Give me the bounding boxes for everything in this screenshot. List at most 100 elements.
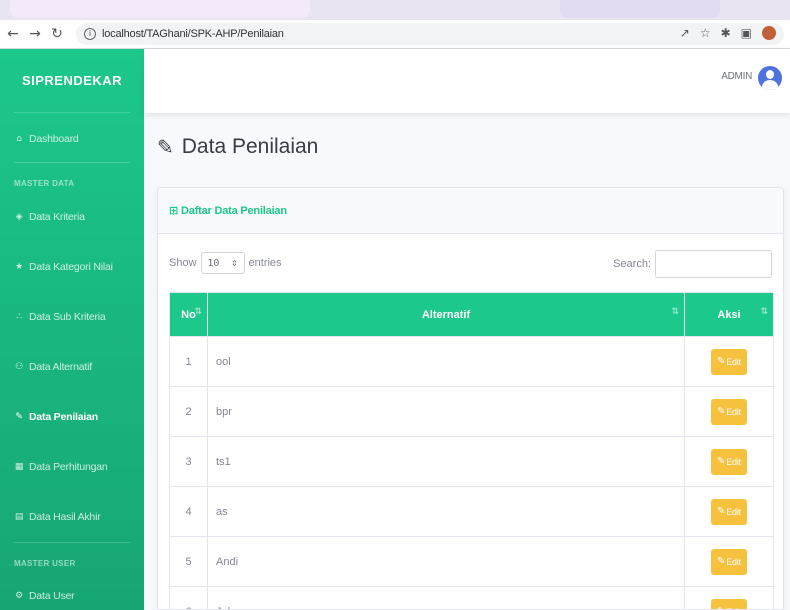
- sort-icon: ⇅: [194, 307, 202, 317]
- cubes-icon: ∴: [16, 312, 22, 322]
- sidebar-heading-master-user: MASTER USER: [14, 559, 76, 568]
- column-header-aksi[interactable]: Aksi ⇅: [684, 292, 774, 337]
- table-row: 5 Andi ✎ Edit: [169, 536, 774, 587]
- sidebar-item-data-hasil-akhir[interactable]: ▤ Data Hasil Akhir: [0, 497, 144, 537]
- column-header-no[interactable]: No ⇅: [169, 292, 208, 337]
- edit-button[interactable]: ✎Edit: [711, 548, 747, 575]
- edit-icon: ✎: [717, 506, 726, 517]
- search-label: Search:: [613, 258, 651, 270]
- chevron-updown-icon: ⇕: [231, 258, 238, 268]
- sidebar-item-label: Data Penilaian: [29, 411, 98, 423]
- edit-icon: ✎: [717, 406, 726, 417]
- edit-button[interactable]: ✎Edit: [711, 498, 747, 525]
- edit-button[interactable]: ✎Edit: [711, 598, 747, 609]
- cell-alternatif: as: [207, 486, 685, 537]
- cell-no: 3: [169, 436, 208, 487]
- sidebar-item-label: Data Kategori Nilai: [29, 261, 113, 273]
- reload-icon[interactable]: ↻: [48, 24, 66, 44]
- sort-icon: ⇅: [671, 307, 679, 317]
- profile-avatar[interactable]: [762, 26, 776, 40]
- browser-tab-strip: [0, 0, 790, 20]
- sidebar-item-data-penilaian[interactable]: ✎ Data Penilaian: [0, 397, 144, 437]
- cell-aksi: ✎Edit: [684, 586, 774, 609]
- url-field[interactable]: i localhost/TAGhani/SPK-AHP/Penilaian ↗ …: [76, 23, 784, 45]
- edit-button-label: Edit: [726, 406, 741, 417]
- entries-select-value: 10: [207, 257, 220, 269]
- sidebar-item-label: Data Hasil Akhir: [29, 511, 101, 523]
- show-label: Show: [169, 257, 197, 269]
- arrow-left-icon[interactable]: ←: [4, 24, 22, 44]
- sidepanel-icon[interactable]: ▣: [741, 26, 752, 40]
- browser-tab[interactable]: [560, 0, 720, 18]
- sidebar-item-data-user[interactable]: ⚙ Data User: [0, 577, 144, 610]
- sidebar-divider: [14, 542, 130, 543]
- edit-button[interactable]: ✎Edit: [711, 398, 747, 425]
- entries-select[interactable]: 10 ⇕: [200, 252, 245, 274]
- arrow-right-icon[interactable]: →: [26, 24, 44, 44]
- star-icon: ★: [15, 262, 23, 272]
- edit-button[interactable]: ✎Edit: [711, 448, 747, 475]
- user-avatar-icon[interactable]: [758, 66, 782, 90]
- entries-length-control: Show 10 ⇕ entries: [169, 252, 282, 274]
- sidebar-item-data-alternatif[interactable]: ⚇ Data Alternatif: [0, 347, 144, 387]
- table-row: 2 bpr ✎ Edit: [169, 386, 774, 437]
- cell-no: 5: [169, 536, 208, 587]
- extensions-icon[interactable]: ✱: [721, 26, 731, 40]
- sidebar-item-label: Data Alternatif: [29, 361, 92, 373]
- share-icon[interactable]: ↗: [680, 26, 690, 40]
- edit-icon: ✎: [717, 606, 725, 609]
- edit-button-label: Edit: [726, 456, 741, 467]
- column-header-label: Aksi: [717, 308, 741, 321]
- users-cog-icon: ⚙: [15, 591, 23, 601]
- sidebar-item-label: Data User: [29, 590, 75, 602]
- url-text[interactable]: localhost/TAGhani/SPK-AHP/Penilaian: [102, 28, 284, 40]
- column-header-alternatif[interactable]: Alternatif ⇅: [207, 292, 685, 337]
- sort-icon: ⇅: [760, 307, 768, 317]
- edit-button[interactable]: ✎Edit: [711, 348, 747, 375]
- card-header: ⊞ Daftar Data Penilaian: [158, 188, 783, 234]
- sidebar-heading-master-data: MASTER DATA: [14, 179, 75, 188]
- home-icon: ⌂: [16, 134, 22, 144]
- chart-area-icon: ▤: [14, 512, 24, 522]
- cell-alternatif: bpr: [207, 386, 685, 437]
- cell-no: 1: [169, 336, 208, 387]
- data-card: ⊞ Daftar Data Penilaian Show 10 ⇕ entrie…: [157, 187, 784, 610]
- user-name[interactable]: ADMIN: [721, 71, 752, 82]
- brand-logo[interactable]: SIPRENDEKAR: [14, 49, 130, 113]
- cell-aksi: ✎Edit: [684, 436, 774, 487]
- page-title: ✎ Data Penilaian: [157, 135, 318, 159]
- edit-button-label: Edit: [726, 506, 741, 517]
- entries-label: entries: [248, 257, 282, 269]
- table-row: 3 ts1 ✎ Edit: [169, 436, 774, 487]
- sidebar-item-label: Dashboard: [29, 133, 79, 145]
- table-row: 4 as ✎ Edit: [169, 486, 774, 537]
- sidebar-item-data-kategori-nilai[interactable]: ★ Data Kategori Nilai: [0, 247, 144, 287]
- sidebar: SIPRENDEKAR ⌂ Dashboard MASTER DATA ◈ Da…: [0, 49, 144, 610]
- cell-no: 6: [169, 586, 208, 609]
- sidebar-item-data-perhitungan[interactable]: ▦ Data Perhitungan: [0, 447, 144, 487]
- sidebar-item-dashboard[interactable]: ⌂ Dashboard: [0, 119, 144, 159]
- edit-button-label: Edit: [726, 556, 741, 567]
- browser-tab[interactable]: [10, 0, 310, 18]
- cube-icon: ◈: [15, 212, 23, 222]
- column-header-label: Alternatif: [421, 308, 471, 321]
- edit-icon: ✎: [717, 456, 726, 467]
- cell-aksi: ✎Edit: [684, 336, 774, 387]
- sidebar-item-data-sub-kriteria[interactable]: ∴ Data Sub Kriteria: [0, 297, 144, 337]
- cell-no: 2: [169, 386, 208, 437]
- calculator-icon: ▦: [14, 462, 24, 472]
- penilaian-table: No ⇅ Alternatif ⇅ Aksi ⇅ 1 ool ✎ Edit 2 …: [169, 292, 774, 609]
- search-input[interactable]: [655, 250, 772, 278]
- cell-alternatif: ts1: [207, 436, 685, 487]
- sidebar-divider: [14, 162, 130, 163]
- cell-aksi: ✎Edit: [684, 536, 774, 587]
- info-icon[interactable]: i: [84, 28, 96, 40]
- sidebar-item-data-kriteria[interactable]: ◈ Data Kriteria: [0, 197, 144, 237]
- table-row: 6 Joko ✎Edit: [169, 586, 774, 609]
- bookmark-star-icon[interactable]: ☆: [700, 26, 711, 40]
- users-icon: ⚇: [15, 362, 23, 372]
- cell-alternatif: Joko: [207, 586, 685, 609]
- table-header-row: No ⇅ Alternatif ⇅ Aksi ⇅: [169, 292, 774, 337]
- card-title: Daftar Data Penilaian: [181, 204, 287, 217]
- edit-icon: ✎: [717, 356, 726, 367]
